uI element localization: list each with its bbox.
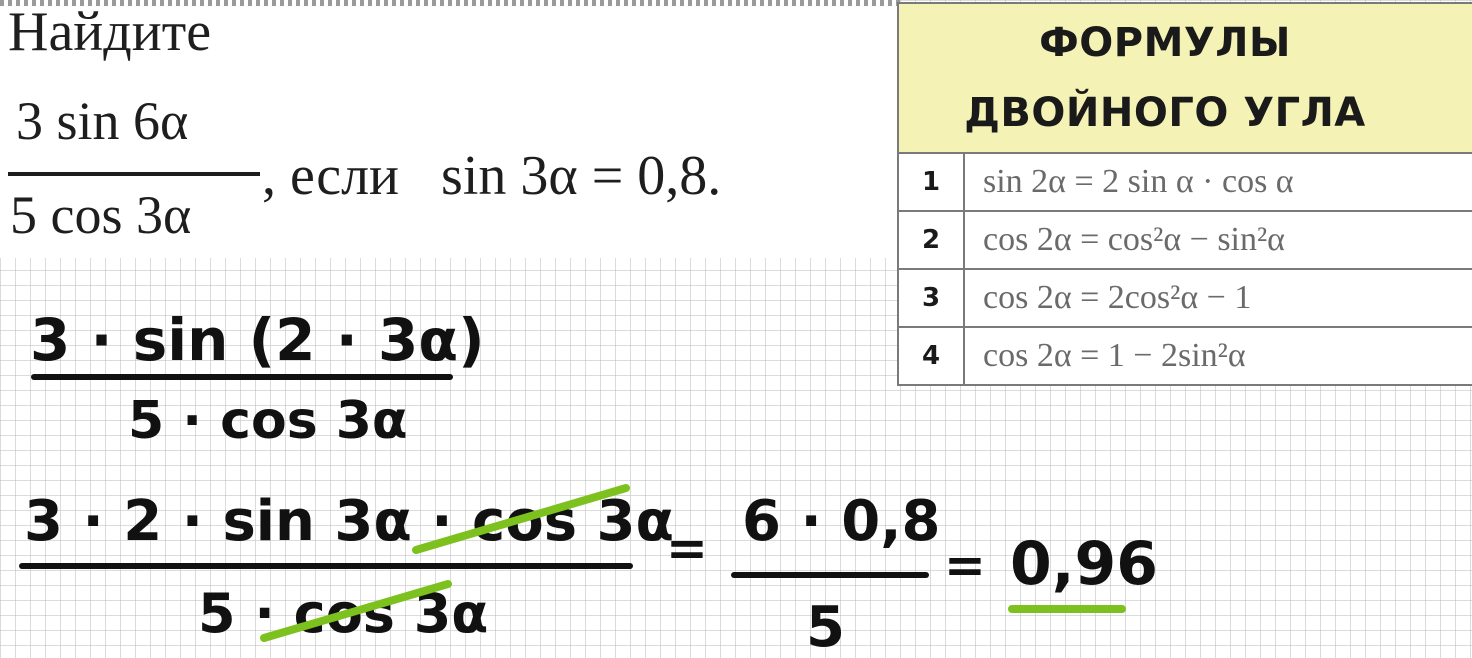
equals-sign-1: =: [666, 519, 708, 577]
step1-numerator: 3 · sin (2 · 3α): [30, 306, 485, 374]
equals-sign-2: =: [944, 536, 986, 594]
step3-numerator: 6 · 0,8: [742, 489, 940, 554]
step3-denominator: 5: [806, 595, 845, 658]
step1-denominator: 5 · cos 3α: [128, 391, 408, 451]
handwritten-solution: 3 · sin (2 · 3α) 5 · cos 3α 3 · 2 · sin …: [19, 306, 1158, 658]
answer-value: 0,96: [1010, 529, 1158, 599]
